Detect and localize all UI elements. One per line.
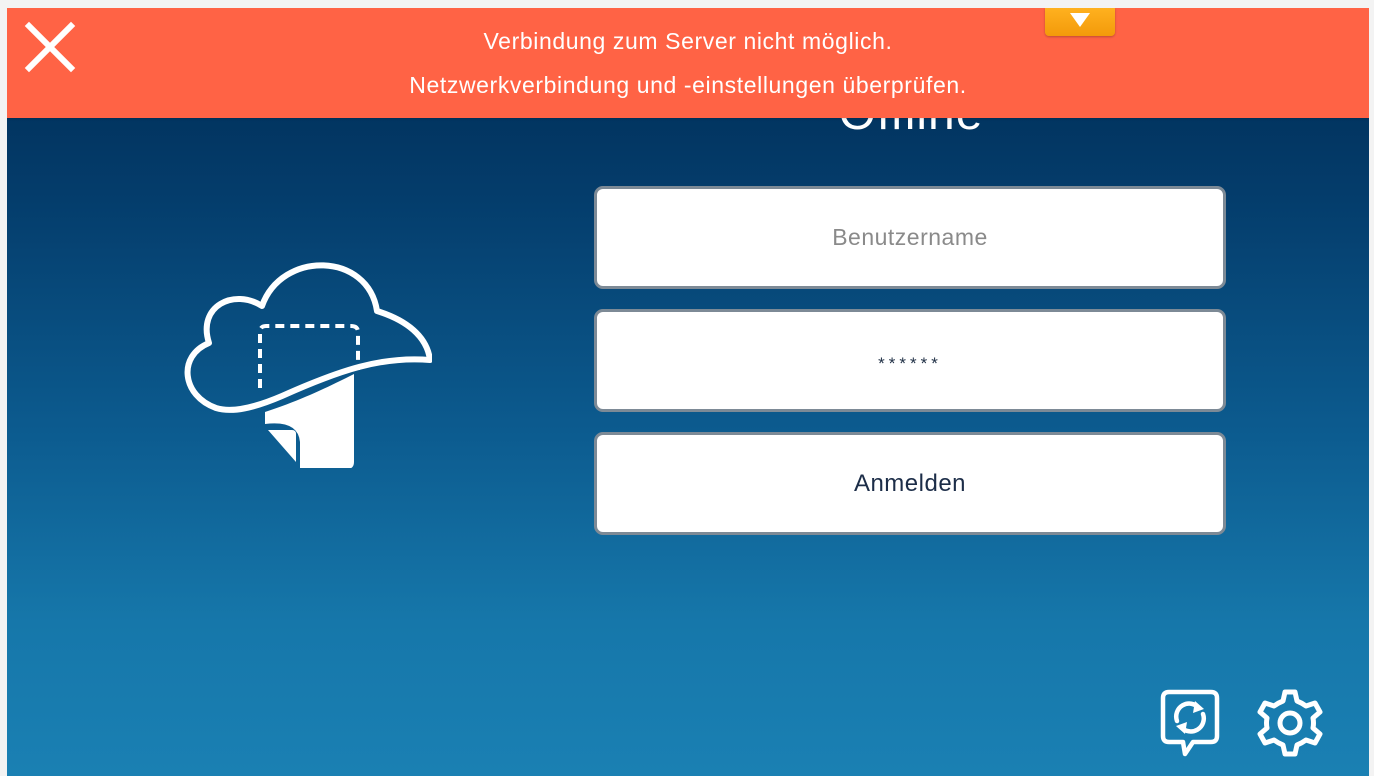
sync-icon	[1160, 689, 1220, 757]
login-screen: Offline ****** Anmelden	[7, 8, 1369, 776]
login-button[interactable]: Anmelden	[594, 432, 1226, 535]
error-message-line-2: Netzwerkverbindung und -einstellungen üb…	[409, 72, 967, 98]
username-input[interactable]	[594, 186, 1226, 289]
error-message-line-1: Verbindung zum Server nicht möglich.	[483, 28, 893, 54]
gear-icon	[1257, 689, 1323, 757]
password-input[interactable]: ******	[594, 309, 1226, 412]
cloud-document-logo-icon	[172, 248, 433, 469]
settings-button[interactable]	[1253, 686, 1327, 760]
connection-error-banner: Verbindung zum Server nicht möglich. Net…	[7, 8, 1369, 118]
window-edge	[1369, 0, 1374, 776]
sync-button[interactable]	[1159, 688, 1221, 760]
password-mask-text: ******	[878, 353, 942, 373]
login-button-label: Anmelden	[853, 469, 967, 497]
collapse-banner-button[interactable]	[1045, 8, 1115, 36]
chevron-down-icon	[1070, 13, 1090, 27]
